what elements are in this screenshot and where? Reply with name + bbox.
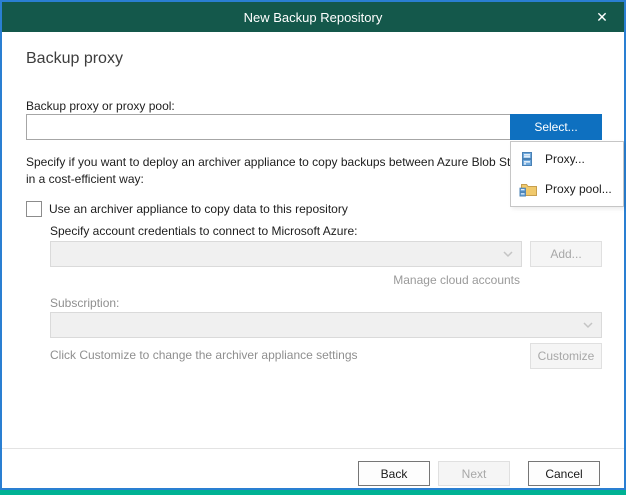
proxy-pool-label: Backup proxy or proxy pool: (26, 99, 175, 113)
select-dropdown-menu: Proxy... Proxy pool... (510, 141, 624, 207)
footer-separator (2, 448, 624, 449)
manage-cloud-accounts-link[interactable]: Manage cloud accounts (50, 273, 520, 287)
credentials-label: Specify account credentials to connect t… (50, 224, 358, 238)
page-title: Backup proxy (26, 50, 123, 68)
archiver-checkbox-row: Use an archiver appliance to copy data t… (26, 201, 348, 217)
proxy-pool-input[interactable] (26, 114, 513, 140)
archiver-description-line2: in a cost-efficient way: (26, 171, 541, 188)
close-icon[interactable]: ✕ (580, 2, 624, 32)
customize-button[interactable]: Customize (530, 343, 602, 369)
back-button[interactable]: Back (358, 461, 430, 486)
archiver-description-line1: Specify if you want to deploy an archive… (26, 154, 541, 171)
desktop-taskbar-strip (0, 490, 626, 495)
proxy-pool-folder-icon (519, 181, 537, 197)
archiver-checkbox[interactable] (26, 201, 42, 217)
select-button[interactable]: Select... (510, 114, 602, 140)
subscription-label: Subscription: (50, 296, 119, 310)
proxy-server-icon (519, 151, 537, 167)
menu-item-label: Proxy... (545, 152, 585, 166)
cancel-button[interactable]: Cancel (528, 461, 600, 486)
archiver-description: Specify if you want to deploy an archive… (26, 154, 541, 188)
chevron-down-icon (583, 322, 593, 329)
add-button[interactable]: Add... (530, 241, 602, 267)
menu-item-proxy[interactable]: Proxy... (511, 144, 623, 174)
customize-hint: Click Customize to change the archiver a… (50, 348, 358, 362)
menu-item-label: Proxy pool... (545, 182, 612, 196)
archiver-checkbox-label: Use an archiver appliance to copy data t… (49, 202, 348, 216)
credentials-combobox[interactable] (50, 241, 522, 267)
new-backup-repository-dialog: New Backup Repository ✕ Backup proxy Bac… (0, 0, 626, 490)
chevron-down-icon (503, 251, 513, 258)
title-bar: New Backup Repository (2, 2, 624, 32)
next-button[interactable]: Next (438, 461, 510, 486)
subscription-combobox[interactable] (50, 312, 602, 338)
menu-item-proxy-pool[interactable]: Proxy pool... (511, 174, 623, 204)
window-title: New Backup Repository (244, 10, 383, 25)
